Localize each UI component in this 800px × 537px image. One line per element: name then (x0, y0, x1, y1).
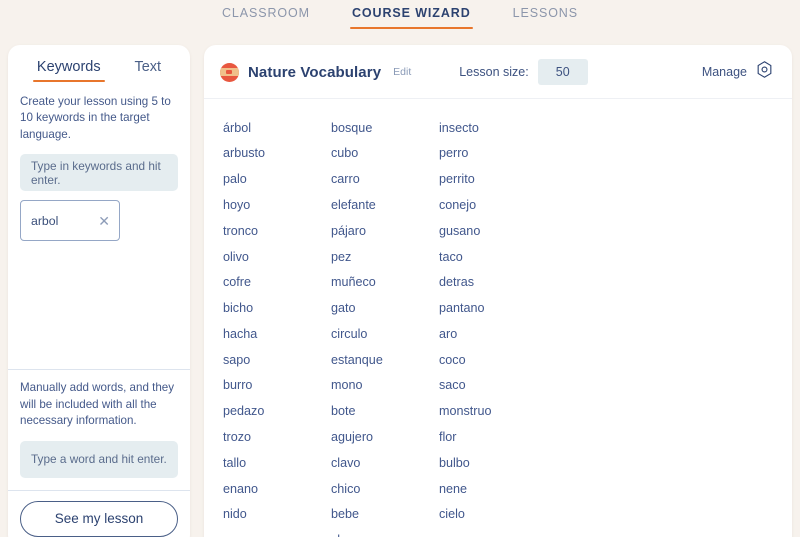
keyword-chip-label: arbol (31, 213, 59, 228)
settings-gear-icon[interactable] (755, 60, 774, 84)
word-item[interactable]: cielo (439, 502, 774, 528)
word-item[interactable]: coco (439, 347, 774, 373)
word-item[interactable]: bote (331, 399, 439, 425)
see-my-lesson-button[interactable]: See my lesson (20, 500, 178, 537)
word-item[interactable]: bicho (223, 295, 331, 321)
word-item[interactable]: hoyo (223, 192, 331, 218)
keyword-chip[interactable]: arbol ✕ (20, 200, 120, 242)
manual-helper-text: Manually add words, and they will be inc… (20, 381, 175, 428)
tab-classroom[interactable]: CLASSROOM (220, 4, 312, 29)
word-item[interactable]: bulbo (439, 450, 774, 476)
lesson-panel: Nature Vocabulary Edit Lesson size: Mana… (204, 45, 792, 537)
word-item[interactable]: pedazo (223, 399, 331, 425)
manual-word-input[interactable]: Type a word and hit enter. (20, 440, 178, 478)
word-item[interactable]: hacha (223, 321, 331, 347)
word-item[interactable]: nido (223, 502, 331, 528)
word-item[interactable]: bebe (331, 502, 439, 528)
close-icon[interactable]: ✕ (98, 214, 110, 228)
keywords-panel-tabs: Keywords Text (8, 45, 190, 82)
word-item[interactable]: sapo (223, 347, 331, 373)
word-item[interactable]: cuerno (223, 528, 331, 537)
word-item[interactable]: muñeco (331, 270, 439, 296)
word-item[interactable]: monstruo (439, 399, 774, 425)
word-item[interactable]: gusano (439, 218, 774, 244)
manual-word-section: Manually add words, and they will be inc… (8, 370, 190, 478)
lesson-size-control: Lesson size: (459, 59, 588, 85)
word-item[interactable]: olivo (223, 244, 331, 270)
word-item[interactable]: detras (439, 270, 774, 296)
word-item[interactable]: perrito (439, 167, 774, 193)
word-item[interactable]: carro (331, 167, 439, 193)
word-item[interactable]: pájaro (331, 218, 439, 244)
keywords-helper-text: Create your lesson using 5 to 10 keyword… (20, 95, 171, 141)
spain-flag-icon (220, 62, 239, 82)
word-item[interactable]: charco (331, 528, 439, 537)
word-item[interactable]: cofre (223, 270, 331, 296)
word-item[interactable]: estanque (331, 347, 439, 373)
word-column-3: insecto perro perrito conejo gusano taco… (439, 115, 774, 537)
lesson-size-input[interactable] (537, 59, 588, 85)
word-item[interactable]: enano (223, 476, 331, 502)
tab-keywords[interactable]: Keywords (32, 59, 105, 82)
word-item[interactable]: perro (439, 141, 774, 167)
word-item[interactable]: saco (439, 373, 774, 399)
word-item[interactable]: taco (439, 244, 774, 270)
word-item[interactable]: tallo (223, 450, 331, 476)
word-item[interactable]: pez (331, 244, 439, 270)
word-item[interactable]: gato (331, 295, 439, 321)
word-item[interactable]: clavo (331, 450, 439, 476)
word-item[interactable]: circulo (331, 321, 439, 347)
word-item[interactable]: cubo (331, 141, 439, 167)
word-item[interactable]: pantano (439, 295, 774, 321)
word-item[interactable]: flor (439, 424, 774, 450)
lesson-size-label: Lesson size: (459, 65, 529, 79)
word-item[interactable]: chico (331, 476, 439, 502)
tab-course-wizard[interactable]: COURSE WIZARD (349, 4, 473, 29)
keywords-panel: Keywords Text Create your lesson using 5… (8, 45, 190, 537)
word-item[interactable]: conejo (439, 192, 774, 218)
manage-label: Manage (701, 65, 747, 79)
word-item[interactable]: trozo (223, 424, 331, 450)
word-item[interactable]: tronco (223, 218, 331, 244)
panel-divider-bottom (8, 489, 190, 491)
tab-text[interactable]: Text (134, 59, 161, 82)
word-item[interactable]: bosque (331, 115, 439, 141)
keyword-input[interactable]: Type in keywords and hit enter. (20, 154, 178, 192)
top-navigation: CLASSROOM COURSE WIZARD LESSONS (0, 0, 800, 33)
word-item[interactable]: elefante (331, 192, 439, 218)
word-item[interactable]: insecto (439, 115, 774, 141)
word-column-2: bosque cubo carro elefante pájaro pez mu… (331, 115, 439, 537)
word-item[interactable]: mono (331, 373, 439, 399)
lesson-header: Nature Vocabulary Edit Lesson size: Mana… (204, 45, 792, 99)
lesson-title: Nature Vocabulary (248, 63, 382, 81)
manage-button[interactable]: Manage (702, 60, 774, 84)
keywords-spacer (20, 241, 178, 361)
word-item[interactable]: agujero (331, 424, 439, 450)
word-item[interactable]: árbol (223, 115, 331, 141)
word-item[interactable]: aro (439, 321, 774, 347)
edit-title-link[interactable]: Edit (393, 66, 411, 78)
word-column-1: árbol arbusto palo hoyo tronco olivo cof… (223, 115, 331, 537)
page-content: Keywords Text Create your lesson using 5… (0, 33, 800, 537)
keywords-panel-body: Create your lesson using 5 to 10 keyword… (8, 82, 190, 361)
word-item[interactable]: nene (439, 476, 774, 502)
word-item[interactable]: palo (223, 167, 331, 193)
word-list: árbol arbusto palo hoyo tronco olivo cof… (204, 99, 792, 537)
word-item[interactable]: burro (223, 373, 331, 399)
tab-lessons[interactable]: LESSONS (511, 4, 580, 29)
word-item[interactable]: arbusto (223, 141, 331, 167)
